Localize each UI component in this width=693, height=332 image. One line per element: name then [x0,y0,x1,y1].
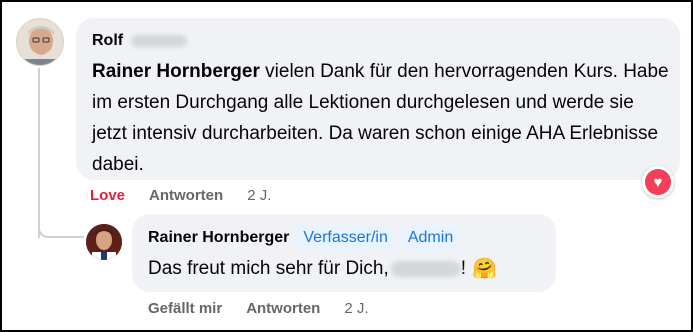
reply-button[interactable]: Antworten [246,300,320,317]
avatar-image [17,19,63,65]
reply-text: Das freut mich sehr für Dich,! 🤗 [148,256,497,282]
reply-author[interactable]: Rainer Hornberger [148,229,289,247]
author-badge[interactable]: Verfasser/in [297,226,394,250]
reply-actions: Gefällt mir Antworten 2 J. [148,300,393,317]
mention-link[interactable]: Rainer Hornberger [92,61,260,82]
comment-actions: Love Antworten 2 J. [90,187,295,204]
heart-icon: ♥ [645,169,671,195]
reply-header: Rainer Hornberger Verfasser/in Admin [148,226,460,250]
thread-line [38,68,40,238]
blurred-last-name [131,34,188,47]
hug-emoji-icon: 🤗 [472,258,497,280]
comment-author[interactable]: Rolf [92,32,188,50]
reply-bubble: Rainer Hornberger Verfasser/in Admin Das… [132,214,556,292]
thread-line-connector [38,226,84,238]
reaction-count-badge[interactable]: ♥ [642,166,674,198]
comment-text: Rainer Hornberger vielen Dank für den he… [92,56,672,180]
blurred-name [390,261,461,277]
love-button[interactable]: Love [90,187,125,204]
avatar[interactable] [16,18,64,66]
comment-bubble: Rolf Rainer Hornberger vielen Dank für d… [76,18,680,180]
reply-text-prefix: Das freut mich sehr für Dich, [148,258,389,279]
author-first-name[interactable]: Rolf [92,32,123,49]
admin-badge[interactable]: Admin [401,226,460,250]
avatar-image [86,224,122,260]
reply-button[interactable]: Antworten [149,187,223,204]
timestamp[interactable]: 2 J. [247,187,271,204]
reply-text-suffix: ! [460,258,467,279]
timestamp[interactable]: 2 J. [344,300,368,317]
like-button[interactable]: Gefällt mir [148,300,222,317]
avatar[interactable] [86,224,122,260]
